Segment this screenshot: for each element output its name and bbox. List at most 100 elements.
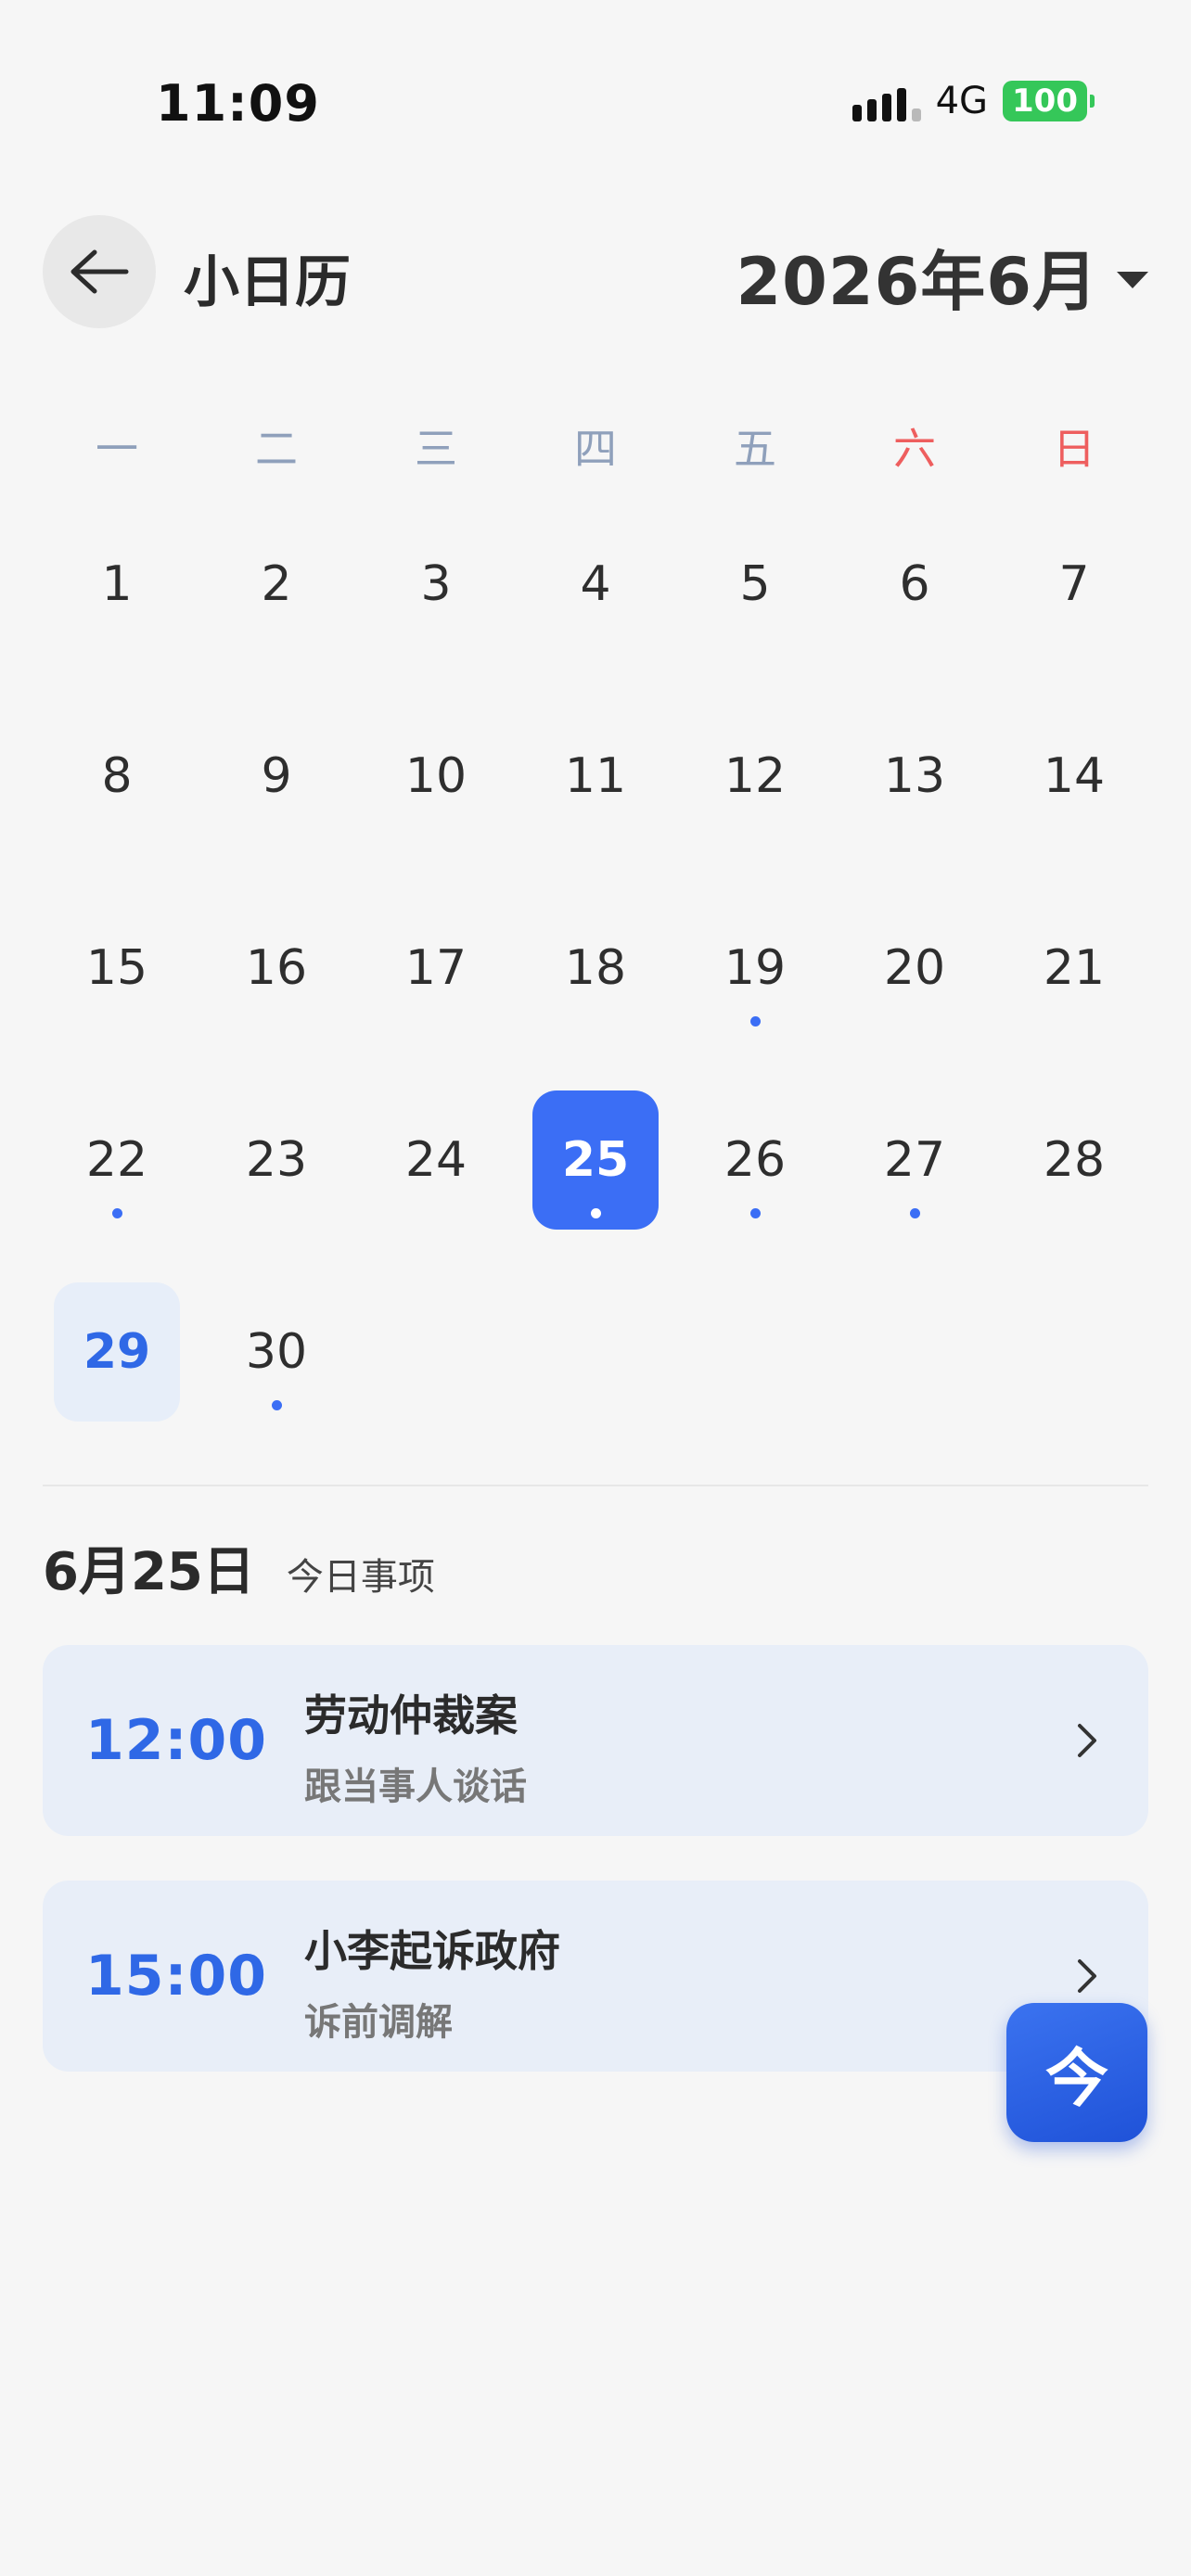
- day-cell[interactable]: 20: [835, 899, 994, 1090]
- status-time: 11:09: [156, 74, 320, 133]
- day-cell[interactable]: 2: [197, 515, 356, 707]
- day-cell[interactable]: 9: [197, 707, 356, 899]
- day-number: 9: [261, 748, 292, 804]
- day: 3: [373, 515, 499, 654]
- day-cell[interactable]: 17: [356, 899, 516, 1090]
- caret-down-icon: [1117, 271, 1148, 288]
- day-cell[interactable]: 18: [516, 899, 675, 1090]
- day-cell[interactable]: 5: [675, 515, 835, 707]
- weekday-label: 二: [255, 424, 298, 474]
- agenda-subtitle: 今日事项: [286, 1556, 435, 1599]
- day-number: 14: [1043, 748, 1106, 804]
- day-number: 27: [883, 1132, 946, 1188]
- day-cell[interactable]: 19: [675, 899, 835, 1090]
- day: 28: [1011, 1090, 1137, 1230]
- event-description: 诉前调解: [304, 2001, 453, 2044]
- day-number: 6: [899, 556, 930, 612]
- agenda-heading: 6月25日 今日事项: [43, 1530, 435, 1605]
- day-cell[interactable]: 1: [37, 515, 197, 707]
- day-cell[interactable]: 23: [197, 1090, 356, 1282]
- day-cell[interactable]: 6: [835, 515, 994, 707]
- day-number: 24: [404, 1132, 467, 1188]
- signal-icon: [852, 81, 921, 121]
- day: 13: [852, 707, 978, 846]
- day: 7: [1011, 515, 1137, 654]
- day: 30: [213, 1282, 339, 1422]
- day-cell[interactable]: 15: [37, 899, 197, 1090]
- month-picker[interactable]: 2026年6月: [736, 230, 1148, 324]
- event-dot-icon: [271, 1400, 282, 1410]
- back-button[interactable]: [43, 215, 156, 328]
- event-title: 劳动仲裁案: [304, 1690, 518, 1741]
- day-number: 25: [561, 1132, 630, 1188]
- day-cell[interactable]: 26: [675, 1090, 835, 1282]
- day-cell[interactable]: 3: [356, 515, 516, 707]
- day-cell[interactable]: 29: [37, 1282, 197, 1474]
- day-cell[interactable]: 21: [994, 899, 1154, 1090]
- day-cell[interactable]: 25: [516, 1090, 675, 1282]
- app-header: 小日历 2026年6月: [43, 215, 1148, 330]
- day-number: 4: [580, 556, 611, 612]
- day-cell[interactable]: 11: [516, 707, 675, 899]
- day: 8: [54, 707, 180, 846]
- day-number: 30: [245, 1324, 308, 1380]
- calendar-grid: 1 2 3 4 5 6 7 8 9 10 11 12 13 14 15 16 17 18 19 20 21 22 23 24 2…: [37, 515, 1154, 1474]
- day-number: 12: [724, 748, 787, 804]
- day-cell[interactable]: 27: [835, 1090, 994, 1282]
- today-button[interactable]: 今: [1006, 2003, 1147, 2142]
- day-number: 19: [724, 940, 787, 996]
- event-time: 12:00: [85, 1708, 267, 1773]
- day-cell[interactable]: 14: [994, 707, 1154, 899]
- event-dot-icon: [749, 1208, 761, 1218]
- network-label: 4G: [935, 80, 989, 122]
- day-number: 15: [85, 940, 148, 996]
- day-cell[interactable]: 12: [675, 707, 835, 899]
- day-number: 18: [564, 940, 627, 996]
- weekday-label: 六: [893, 424, 936, 474]
- day: 27: [852, 1090, 978, 1230]
- day: 21: [1011, 899, 1137, 1038]
- day-cell[interactable]: 28: [994, 1090, 1154, 1282]
- day-cell[interactable]: 7: [994, 515, 1154, 707]
- event-dot-icon: [590, 1208, 601, 1218]
- day: 5: [692, 515, 818, 654]
- day: 11: [532, 707, 659, 846]
- day: 16: [213, 899, 339, 1038]
- day-number: 21: [1043, 940, 1106, 996]
- day-cell[interactable]: 10: [356, 707, 516, 899]
- weekday-header: 一二三四五六日: [37, 415, 1154, 477]
- day-cell[interactable]: 24: [356, 1090, 516, 1282]
- battery-level: 100: [1003, 81, 1087, 121]
- day-cell[interactable]: 4: [516, 515, 675, 707]
- event-description: 跟当事人谈话: [304, 1766, 527, 1808]
- day: 24: [373, 1090, 499, 1230]
- event-card[interactable]: 12:00 劳动仲裁案 跟当事人谈话: [43, 1645, 1148, 1836]
- day-number: 23: [245, 1132, 308, 1188]
- day-cell[interactable]: 13: [835, 707, 994, 899]
- day: 10: [373, 707, 499, 846]
- day: 26: [692, 1090, 818, 1230]
- chevron-right-icon: [1070, 1722, 1104, 1759]
- day-number: 20: [883, 940, 946, 996]
- agenda-date: 6月25日: [43, 1542, 255, 1602]
- selected-day: 25: [532, 1090, 659, 1230]
- day-number: 26: [724, 1132, 787, 1188]
- event-dot-icon: [111, 1208, 122, 1218]
- day: 20: [852, 899, 978, 1038]
- day-number: 8: [101, 748, 133, 804]
- status-indicators: 4G 100: [852, 80, 1095, 122]
- day-number: 2: [261, 556, 292, 612]
- day-cell[interactable]: 22: [37, 1090, 197, 1282]
- day-cell[interactable]: 8: [37, 707, 197, 899]
- day: 22: [54, 1090, 180, 1230]
- weekday-label: 一: [96, 424, 138, 474]
- day-cell[interactable]: 30: [197, 1282, 356, 1474]
- event-card[interactable]: 15:00 小李起诉政府 诉前调解: [43, 1881, 1148, 2072]
- today-button-label: 今: [1044, 2042, 1108, 2116]
- weekday-label: 四: [574, 424, 617, 474]
- day: 23: [213, 1090, 339, 1230]
- day-cell[interactable]: 16: [197, 899, 356, 1090]
- arrow-left-icon: [70, 249, 129, 294]
- day-number: 13: [883, 748, 946, 804]
- today-day: 29: [54, 1282, 180, 1422]
